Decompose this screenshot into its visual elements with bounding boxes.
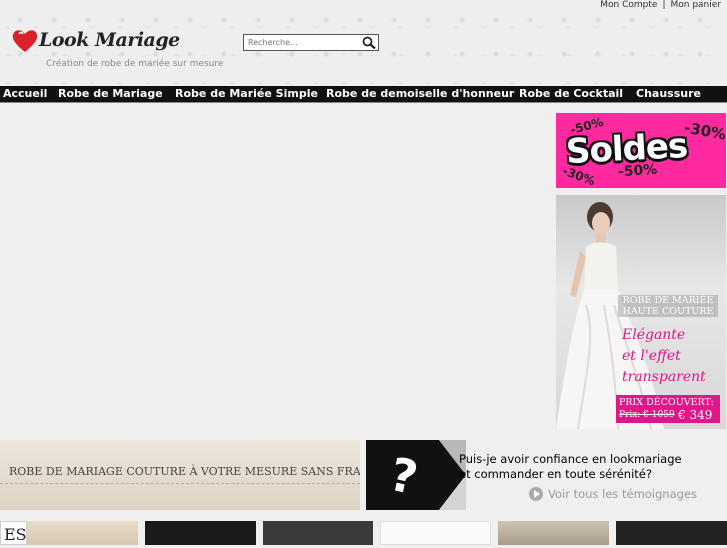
svg-text:ES: ES [4,525,26,544]
testimonials-label: Voir tous les témoignages [548,487,698,501]
haute-couture-ad[interactable]: ROBE DE MARIÉE HAUTE COUTURE Elégante et… [556,195,726,429]
couture-banner[interactable]: ROBE DE MARIAGE COUTURE À VOTRE MESURE S… [0,440,360,510]
search-box [243,34,379,51]
product-image: ES [4,525,27,544]
top-links: Mon Compte | Mon panier [600,0,721,10]
soldes-banner[interactable]: -50% -30% -30% -50% Soldes [556,113,726,188]
site-logo[interactable]: Look Mariage [11,28,216,56]
couture-banner-text: ROBE DE MARIAGE COUTURE À VOTRE MESURE S… [9,465,360,478]
trust-banner[interactable]: ? Puis-je avoir confiance en lookmariage… [366,440,727,510]
product-thumb[interactable] [616,521,727,545]
main-nav: Accueil Robe de Mariage Robe de Mariée S… [0,86,727,103]
product-thumb[interactable] [263,521,373,545]
search-input[interactable] [244,35,360,50]
site-header: Mon Compte | Mon panier Look Mariage Créat… [0,0,727,86]
top-links-separator: | [662,0,666,10]
product-thumb[interactable]: ES [0,521,27,545]
new-price: € 349 [678,408,713,422]
heart-icon [12,30,38,52]
nav-item-chaussure[interactable]: Chaussure [636,86,701,102]
play-icon [529,487,543,501]
search-icon[interactable] [362,36,376,49]
logo-text: Look Mariage [39,29,180,51]
old-price: Prix: € 1059 [619,410,675,420]
nav-item-robe-de-mariee-simple[interactable]: Robe de Mariée Simple [175,86,318,102]
nav-item-robe-de-mariage[interactable]: Robe de Mariage [58,86,163,102]
product-thumbnails: ES [0,519,727,545]
banner-divider [0,483,360,484]
product-thumb[interactable] [145,521,256,545]
ad-slogan-line2: et l'effet [622,348,681,364]
nav-item-robe-de-demoiselle[interactable]: Robe de demoiselle d'honneur [326,86,514,102]
ad-title: ROBE DE MARIÉE HAUTE COUTURE [618,295,718,317]
site-tagline: Création de robe de mariée sur mesure [46,59,224,69]
my-account-link[interactable]: Mon Compte [600,0,657,10]
ad-slogan: Elégante et l'effet transparent [622,325,706,388]
ad-slogan-line1: Elégante [622,327,686,343]
ad-title-line1: ROBE DE MARIÉE [622,295,714,306]
product-thumb[interactable] [27,521,138,545]
ad-title-line2: HAUTE COUTURE [622,306,714,317]
product-thumb[interactable] [380,521,491,545]
question-mark-icon: ? [366,440,466,510]
trust-question-line1: Puis-je avoir confiance en lookmariage [459,452,682,466]
testimonials-link[interactable]: Voir tous les témoignages [529,487,698,501]
ad-price-box: PRIX DÉCOUVERT: Prix: € 1059 € 349 [616,395,720,423]
product-thumb[interactable] [498,521,609,545]
discount-badge: -30% [682,118,726,144]
price-label: PRIX DÉCOUVERT: [619,397,714,408]
trust-question-line2: et commander en toute sérénité? [459,467,652,481]
trust-question: Puis-je avoir confiance en lookmariage e… [459,452,682,482]
soldes-title: Soldes [565,125,689,173]
ad-slogan-line3: transparent [622,369,706,385]
my-cart-link[interactable]: Mon panier [670,0,721,10]
nav-item-robe-de-cocktail[interactable]: Robe de Cocktail [519,86,623,102]
nav-item-accueil[interactable]: Accueil [3,86,47,102]
